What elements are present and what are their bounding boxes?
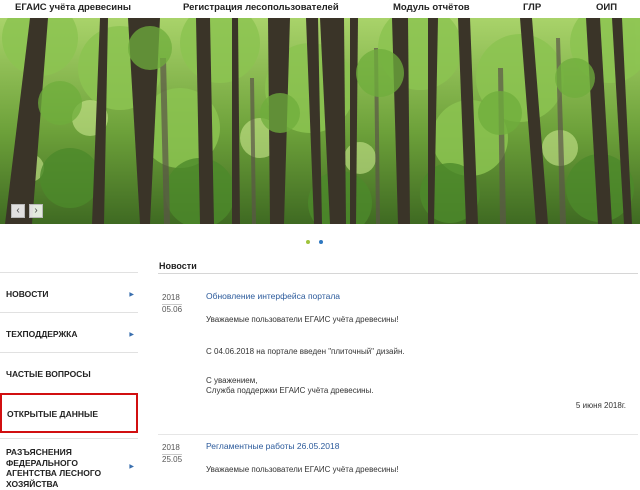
news-title-link[interactable]: Регламентные работы 26.05.2018	[206, 441, 339, 451]
chevron-right-icon: ▶	[129, 292, 134, 298]
slider-pagination	[306, 240, 328, 246]
news-paragraph: Служба поддержки ЕГАИС учёта древесины.	[206, 386, 374, 395]
top-navigation: ЕГАИС учёта древесины Регистрация лесопо…	[0, 0, 640, 18]
sidebar-item-label: НОВОСТИ	[6, 289, 49, 299]
nav-link-registration[interactable]: Регистрация лесопользователей	[183, 2, 339, 13]
sidebar-item-faq[interactable]: ЧАСТЫЕ ВОПРОСЫ	[0, 352, 138, 392]
news-title-link[interactable]: Обновление интерфейса портала	[206, 291, 340, 301]
hero-banner: ‹ ›	[0, 18, 640, 224]
news-date-year: 2018	[162, 293, 182, 305]
sidebar-item-open-data[interactable]: ОТКРЫТЫЕ ДАННЫЕ	[0, 393, 138, 433]
chevron-right-icon: ›	[34, 205, 38, 216]
slider-dot[interactable]	[306, 240, 310, 244]
nav-link-glr[interactable]: ГЛР	[523, 2, 541, 13]
forest-image	[0, 18, 640, 224]
chevron-right-icon: ▶	[129, 464, 134, 470]
sidebar-item-label: ЧАСТЫЕ ВОПРОСЫ	[6, 369, 91, 379]
news-date: 2018 05.06	[162, 293, 182, 315]
next-slide-button[interactable]: ›	[29, 204, 43, 218]
sidebar-item-clarifications[interactable]: РАЗЪЯСНЕНИЯ ФЕДЕРАЛЬНОГО АГЕНТСТВА ЛЕСНО…	[0, 438, 138, 490]
sidebar-item-label: РАЗЪЯСНЕНИЯ ФЕДЕРАЛЬНОГО АГЕНТСТВА ЛЕСНО…	[6, 447, 102, 489]
slider-dot-active[interactable]	[319, 240, 324, 244]
prev-slide-button[interactable]: ‹	[11, 204, 25, 218]
nav-link-reports[interactable]: Модуль отчётов	[393, 2, 470, 13]
news-paragraph: С 04.06.2018 на портале введен "плиточны…	[206, 347, 405, 356]
news-date-year: 2018	[162, 443, 182, 455]
sidebar-item-support[interactable]: ТЕХПОДДЕРЖКА ▶	[0, 312, 138, 352]
sidebar-item-label: ТЕХПОДДЕРЖКА	[6, 329, 78, 339]
news-date-daymonth: 05.06	[162, 305, 183, 314]
news-date-daymonth: 25.05	[162, 455, 183, 464]
divider	[158, 434, 638, 435]
news-paragraph: Уважаемые пользователи ЕГАИС учёта древе…	[206, 315, 399, 324]
sidebar-item-news[interactable]: НОВОСТИ ▶	[0, 272, 138, 312]
news-date: 2018 25.05	[162, 443, 182, 465]
nav-link-oip[interactable]: ОИП	[596, 2, 617, 13]
chevron-right-icon: ▶	[129, 332, 134, 338]
divider	[158, 273, 638, 274]
news-sign-date: 5 июня 2018г.	[575, 401, 626, 410]
section-title: Новости	[159, 261, 197, 271]
sidebar-item-label: ОТКРЫТЫЕ ДАННЫЕ	[7, 409, 98, 419]
news-paragraph: Уважаемые пользователи ЕГАИС учёта древе…	[206, 465, 399, 474]
chevron-left-icon: ‹	[16, 205, 20, 216]
nav-link-egais[interactable]: ЕГАИС учёта древесины	[15, 2, 131, 13]
